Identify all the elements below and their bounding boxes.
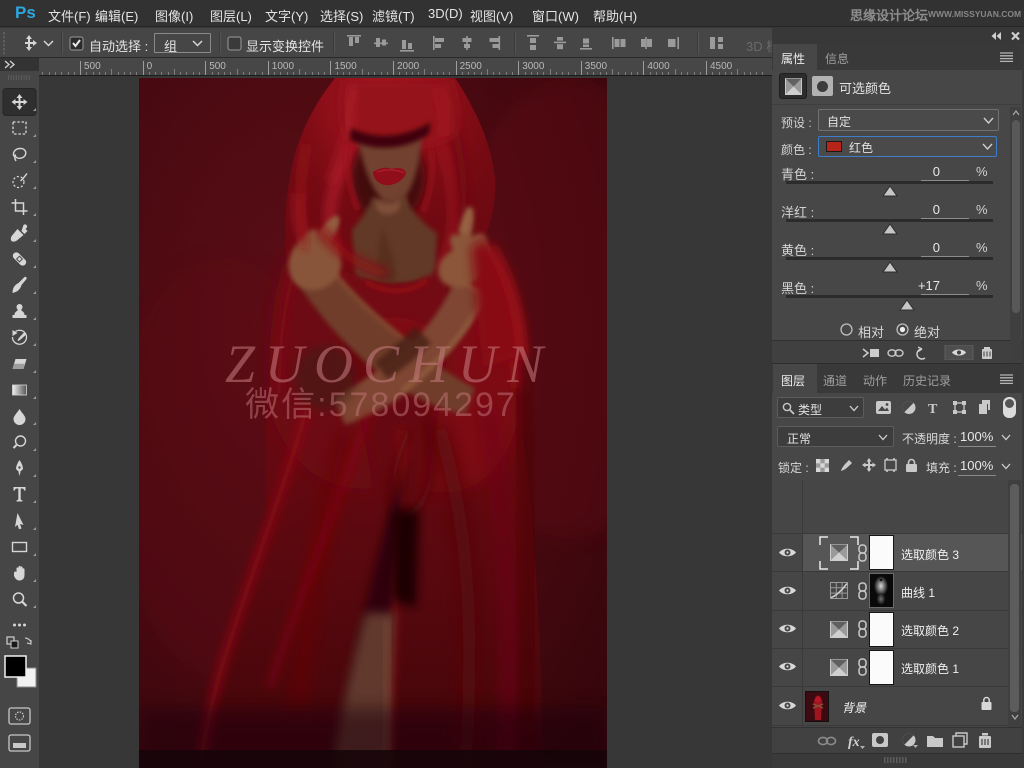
svg-text:微信:578094297: 微信:578094297 [245, 386, 517, 424]
svg-text:T: T [928, 402, 938, 416]
svg-text:fx: fx [848, 735, 860, 750]
svg-text:ZUOCHUN: ZUOCHUN [225, 334, 553, 394]
